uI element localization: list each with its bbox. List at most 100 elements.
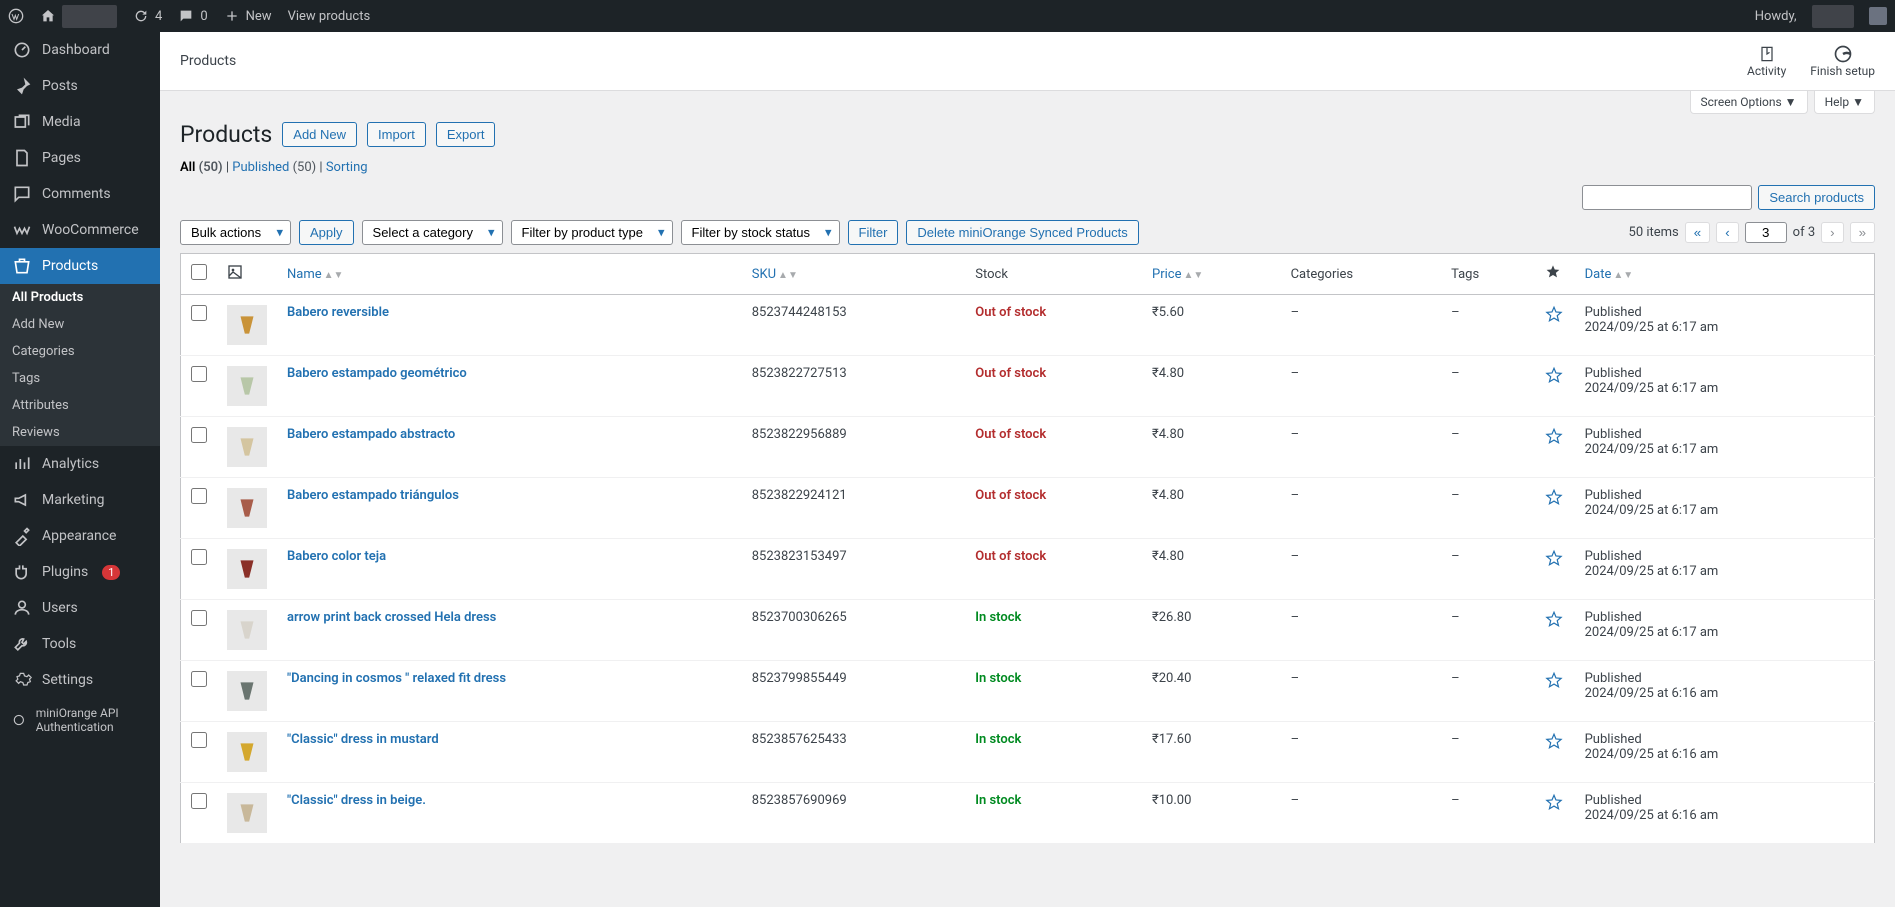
cell-categories: – [1281, 478, 1442, 539]
howdy-link[interactable]: Howdy, [1755, 5, 1887, 28]
sidebar-item-tools[interactable]: Tools [0, 626, 160, 662]
product-name-link[interactable]: Babero color teja [287, 549, 386, 564]
wp-logo[interactable] [8, 8, 24, 24]
product-name-link[interactable]: Babero estampado triángulos [287, 488, 459, 503]
sort-date[interactable]: Date▲▼ [1585, 267, 1634, 282]
finish-setup-button[interactable]: Finish setup [1810, 44, 1875, 78]
row-checkbox[interactable] [191, 488, 207, 504]
product-thumbnail[interactable] [227, 366, 267, 406]
sidebar-item-analytics[interactable]: Analytics [0, 446, 160, 482]
product-thumbnail[interactable] [227, 427, 267, 467]
featured-star-icon[interactable] [1545, 488, 1563, 506]
next-page-button[interactable]: › [1821, 222, 1843, 243]
comments-link[interactable]: 0 [178, 8, 207, 24]
sort-sku[interactable]: SKU▲▼ [752, 267, 798, 282]
product-thumbnail[interactable] [227, 549, 267, 589]
sidebar-sub-attributes[interactable]: Attributes [0, 392, 160, 419]
sidebar-sub-all-products[interactable]: All Products [0, 284, 160, 311]
import-button[interactable]: Import [367, 122, 426, 147]
cell-price: ₹20.40 [1142, 661, 1281, 722]
product-name-link[interactable]: Babero reversible [287, 305, 389, 320]
row-checkbox[interactable] [191, 732, 207, 748]
sidebar-item-settings[interactable]: Settings [0, 662, 160, 698]
stock-status-select[interactable]: Filter by stock status [681, 220, 840, 245]
search-button[interactable]: Search products [1758, 185, 1875, 210]
product-name-link[interactable]: Babero estampado geométrico [287, 366, 467, 381]
product-thumbnail[interactable] [227, 305, 267, 345]
sidebar-item-pages[interactable]: Pages [0, 140, 160, 176]
view-products-link[interactable]: View products [288, 9, 371, 24]
sidebar-item-comments[interactable]: Comments [0, 176, 160, 212]
row-checkbox[interactable] [191, 427, 207, 443]
product-thumbnail[interactable] [227, 793, 267, 833]
admin-sidebar: Dashboard Posts Media Pages Comments Woo… [0, 32, 160, 907]
new-link[interactable]: New [224, 8, 272, 24]
sidebar-item-appearance[interactable]: Appearance [0, 518, 160, 554]
dashboard-icon [12, 40, 32, 60]
site-home[interactable] [40, 5, 117, 28]
product-thumbnail[interactable] [227, 671, 267, 711]
row-checkbox[interactable] [191, 549, 207, 565]
updates-link[interactable]: 4 [133, 8, 162, 24]
product-name-link[interactable]: "Classic" dress in beige. [287, 793, 426, 808]
filter-button[interactable]: Filter [848, 220, 899, 245]
product-name-link[interactable]: "Classic" dress in mustard [287, 732, 439, 747]
sidebar-item-dashboard[interactable]: Dashboard [0, 32, 160, 68]
featured-star-icon[interactable] [1545, 671, 1563, 689]
product-name-link[interactable]: Babero estampado abstracto [287, 427, 455, 442]
product-thumbnail[interactable] [227, 488, 267, 528]
row-checkbox[interactable] [191, 610, 207, 626]
sidebar-sub-tags[interactable]: Tags [0, 365, 160, 392]
apply-button[interactable]: Apply [299, 220, 354, 245]
sidebar-item-products[interactable]: Products [0, 248, 160, 284]
sidebar-sub-reviews[interactable]: Reviews [0, 419, 160, 446]
sort-name[interactable]: Name▲▼ [287, 267, 343, 282]
sidebar-item-plugins[interactable]: Plugins1 [0, 554, 160, 590]
featured-star-icon[interactable] [1545, 732, 1563, 750]
current-page-input[interactable] [1745, 222, 1787, 243]
featured-star-icon[interactable] [1545, 305, 1563, 323]
product-thumbnail[interactable] [227, 610, 267, 650]
sidebar-item-users[interactable]: Users [0, 590, 160, 626]
sort-price[interactable]: Price▲▼ [1152, 267, 1203, 282]
filter-sorting[interactable]: Sorting [326, 160, 368, 175]
featured-star-icon[interactable] [1545, 549, 1563, 567]
screen-options-tab[interactable]: Screen Options ▼ [1690, 91, 1808, 114]
delete-synced-button[interactable]: Delete miniOrange Synced Products [906, 220, 1138, 245]
sidebar-item-media[interactable]: Media [0, 104, 160, 140]
product-name-link[interactable]: "Dancing in cosmos " relaxed fit dress [287, 671, 506, 686]
row-checkbox[interactable] [191, 366, 207, 382]
bulk-actions-select[interactable]: Bulk actions [180, 220, 291, 245]
row-checkbox[interactable] [191, 793, 207, 809]
row-checkbox[interactable] [191, 671, 207, 687]
sidebar-item-miniorange[interactable]: miniOrange API Authentication [0, 698, 160, 743]
featured-star-icon[interactable] [1545, 793, 1563, 811]
filter-published[interactable]: Published (50) [232, 160, 316, 175]
cell-categories: – [1281, 417, 1442, 478]
first-page-button[interactable]: « [1685, 222, 1710, 243]
category-select[interactable]: Select a category [362, 220, 503, 245]
activity-button[interactable]: Activity [1747, 44, 1786, 78]
featured-star-icon[interactable] [1545, 366, 1563, 384]
help-tab[interactable]: Help ▼ [1814, 91, 1875, 114]
filter-all[interactable]: All (50) [180, 160, 223, 175]
sidebar-sub-add-new[interactable]: Add New [0, 311, 160, 338]
page-icon [12, 148, 32, 168]
sidebar-item-woocommerce[interactable]: WooCommerce [0, 212, 160, 248]
sidebar-item-marketing[interactable]: Marketing [0, 482, 160, 518]
table-row: Babero color teja 8523823153497 Out of s… [181, 539, 1875, 600]
featured-star-icon[interactable] [1545, 610, 1563, 628]
featured-star-icon[interactable] [1545, 427, 1563, 445]
product-name-link[interactable]: arrow print back crossed Hela dress [287, 610, 496, 625]
last-page-button[interactable]: » [1850, 222, 1875, 243]
sidebar-item-posts[interactable]: Posts [0, 68, 160, 104]
product-type-select[interactable]: Filter by product type [511, 220, 673, 245]
sidebar-sub-categories[interactable]: Categories [0, 338, 160, 365]
add-new-button[interactable]: Add New [282, 122, 357, 147]
select-all-checkbox[interactable] [191, 264, 207, 280]
search-input[interactable] [1582, 185, 1752, 210]
export-button[interactable]: Export [436, 122, 496, 147]
row-checkbox[interactable] [191, 305, 207, 321]
prev-page-button[interactable]: ‹ [1716, 222, 1738, 243]
product-thumbnail[interactable] [227, 732, 267, 772]
